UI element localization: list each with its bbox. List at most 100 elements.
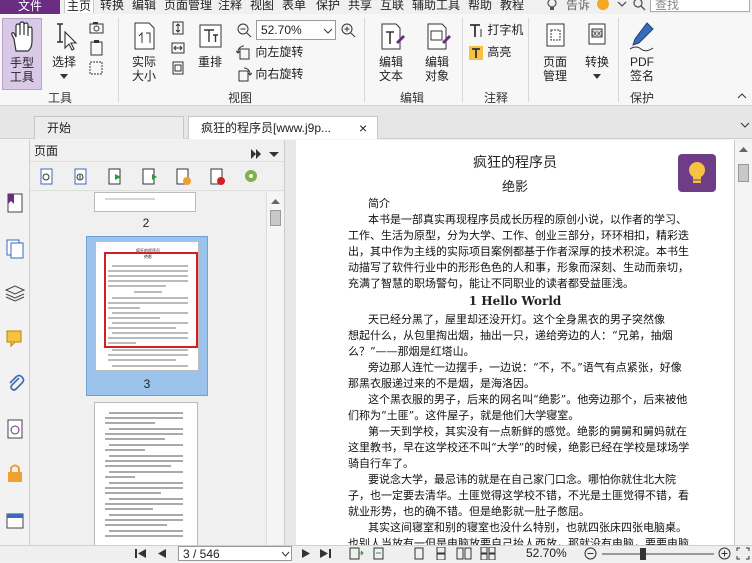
clipboard-icon[interactable] [88, 40, 106, 56]
file-menu[interactable]: 文件 [0, 0, 60, 14]
menu-page-manage[interactable]: 页面管理 [164, 0, 212, 12]
close-tab-icon[interactable]: × [359, 117, 367, 139]
user-icon[interactable] [596, 0, 610, 12]
page-thumbnail-2[interactable] [94, 192, 196, 212]
next-page-icon[interactable] [300, 547, 312, 560]
insert-page-icon[interactable] [106, 168, 124, 186]
panel-expand-icon[interactable] [250, 145, 262, 159]
search-input[interactable]: 查找 [650, 0, 750, 12]
single-page-icon[interactable] [412, 547, 426, 560]
zoom-thumb-out-icon[interactable] [38, 168, 56, 186]
lock-icon[interactable] [4, 462, 26, 484]
panel-resize-handle[interactable] [284, 140, 296, 545]
page-manage-button[interactable]: 页面 管理 [534, 18, 576, 90]
zoom-tool-icon[interactable] [88, 60, 106, 76]
add-page-icon[interactable] [174, 168, 192, 186]
tab-menu-icon[interactable] [740, 120, 750, 132]
bookmark-icon[interactable] [4, 192, 26, 214]
form-fields-icon[interactable] [4, 510, 26, 532]
last-page-icon[interactable] [318, 547, 332, 560]
edit-text-button[interactable]: 编辑 文本 [370, 18, 412, 90]
zoom-out-icon[interactable] [236, 22, 252, 38]
search-icon[interactable] [632, 0, 646, 12]
fit-width-icon[interactable] [170, 40, 186, 56]
fit-page-icon[interactable] [170, 20, 186, 36]
pages-icon[interactable] [4, 238, 26, 260]
highlight-button[interactable]: 高亮 [468, 44, 511, 61]
document-scrollbar[interactable] [734, 140, 752, 545]
tell-me-label[interactable]: 告诉 [566, 0, 590, 12]
selected-thumbnail-frame[interactable]: 疯狂的程序员 绝影 3 [86, 236, 208, 396]
fit-page-view-icon[interactable] [348, 547, 364, 560]
zoom-in-icon[interactable] [718, 547, 731, 560]
reflow-button[interactable]: 重排 [190, 18, 230, 90]
convert-dropdown-icon [593, 74, 601, 79]
document-view[interactable]: 疯狂的程序员 绝影 简介 本书是一部真实再现程序员成长历程的原创小说，以作者的学… [296, 140, 734, 545]
lightbulb-icon[interactable] [546, 0, 558, 12]
menu-tutorial[interactable]: 教程 [500, 0, 524, 12]
scroll-up-icon[interactable] [738, 144, 749, 154]
zoom-thumb-in-icon[interactable] [72, 168, 90, 186]
rotate-right-button[interactable]: 向右旋转 [236, 66, 303, 83]
pdf-sign-label-2: 签名 [629, 69, 654, 83]
zoom-slider-thumb[interactable] [640, 548, 646, 560]
visible-area-indicator[interactable] [104, 252, 198, 348]
first-page-icon[interactable] [134, 547, 148, 560]
menu-accessibility[interactable]: 辅助工具 [412, 0, 460, 12]
convert-button[interactable]: DOC 转换 [578, 18, 616, 90]
zoom-out-icon[interactable] [584, 547, 597, 560]
snapshot-icon[interactable] [88, 20, 106, 36]
attachment-icon[interactable] [4, 372, 26, 394]
zoom-slider[interactable] [602, 553, 714, 555]
previous-page-icon[interactable] [156, 547, 168, 560]
edit-object-label-2: 对象 [424, 69, 449, 83]
delete-page-icon[interactable] [208, 168, 226, 186]
page-thumbnail-3[interactable]: 疯狂的程序员 绝影 [95, 241, 199, 371]
menu-comment[interactable]: 注释 [218, 0, 242, 12]
signature-icon[interactable] [4, 418, 26, 440]
select-button[interactable]: 选择 [44, 18, 84, 90]
document-scroll-thumb[interactable] [738, 164, 749, 182]
menu-help[interactable]: 帮助 [468, 0, 492, 12]
fit-visible-icon[interactable] [170, 60, 186, 76]
menu-protect[interactable]: 保护 [316, 0, 340, 12]
menu-connect[interactable]: 互联 [380, 0, 404, 12]
page-number-field[interactable]: 3 / 546 [178, 546, 292, 561]
fullscreen-icon[interactable] [736, 547, 750, 560]
menu-convert[interactable]: 转换 [100, 0, 124, 12]
menu-form[interactable]: 表单 [282, 0, 306, 12]
panel-options-icon[interactable] [268, 145, 280, 157]
continuous-facing-icon[interactable] [480, 546, 496, 561]
rotate-left-button[interactable]: 向左旋转 [236, 44, 303, 61]
thumbnail-scroll-thumb[interactable] [270, 210, 281, 226]
facing-pages-icon[interactable] [456, 547, 472, 560]
actual-size-button[interactable]: 实际 大小 [122, 18, 166, 90]
scroll-up-icon[interactable] [270, 196, 281, 206]
extract-page-icon[interactable] [140, 168, 158, 186]
comments-icon[interactable] [4, 328, 26, 350]
menu-share[interactable]: 共享 [348, 0, 372, 12]
typewriter-button[interactable]: 打字机 [468, 22, 523, 39]
tab-start[interactable]: 开始 [34, 116, 184, 139]
continuous-page-icon[interactable] [434, 546, 448, 561]
page-properties-icon[interactable] [242, 168, 260, 186]
menu-view[interactable]: 视图 [250, 0, 274, 12]
pdf-sign-button[interactable]: PDF 签名 [622, 18, 662, 90]
page-thumbnail-4[interactable] [94, 402, 198, 545]
chevron-down-icon[interactable] [616, 0, 628, 12]
thumbnail-scrollbar[interactable] [266, 192, 284, 545]
layers-icon[interactable] [4, 282, 26, 304]
menu-edit[interactable]: 编辑 [132, 0, 156, 12]
reflow-label: 重排 [197, 55, 222, 69]
hand-tool-button[interactable]: 手型 工具 [2, 18, 42, 90]
collapse-ribbon-icon[interactable] [736, 90, 748, 102]
document-page: 疯狂的程序员 绝影 简介 本书是一部真实再现程序员成长历程的原创小说，以作者的学… [296, 140, 734, 545]
tip-lightbulb-button[interactable] [678, 154, 716, 192]
zoom-in-icon[interactable] [340, 22, 356, 38]
tab-document[interactable]: 疯狂的程序员[www.j9p... × [188, 116, 378, 139]
fit-width-view-icon[interactable] [372, 547, 388, 560]
edit-object-button[interactable]: 编辑 对象 [414, 18, 460, 90]
group-label-tools: 工具 [47, 91, 72, 105]
menu-home[interactable]: 主页 [64, 0, 95, 13]
zoom-select[interactable]: 52.70% [256, 20, 336, 40]
